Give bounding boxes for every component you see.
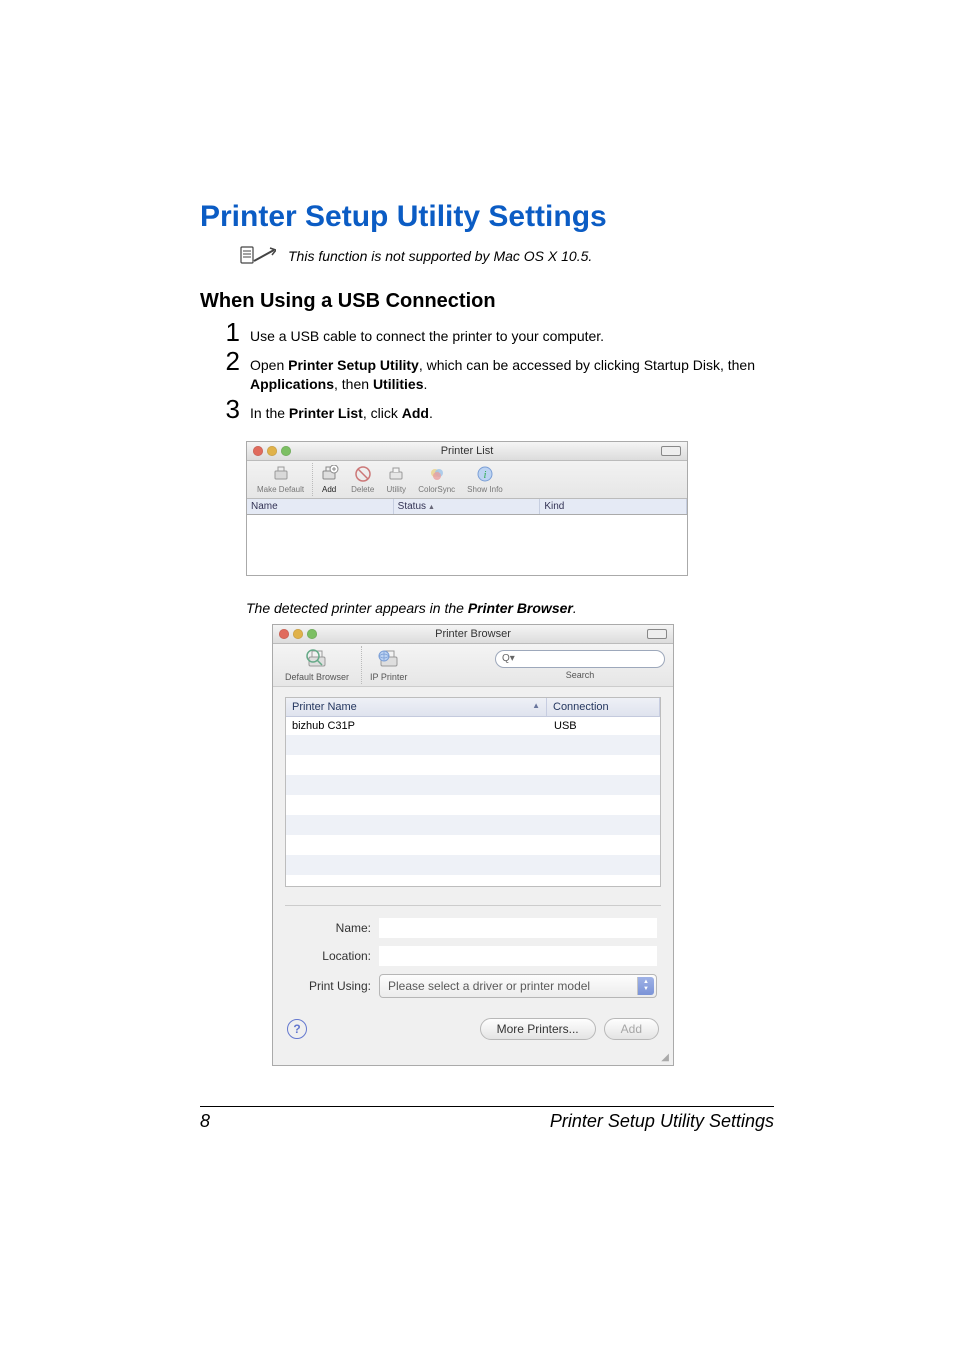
more-printers-button[interactable]: More Printers... bbox=[480, 1018, 596, 1040]
printer-list-window: Printer List Make Default Add Delete bbox=[246, 441, 688, 576]
default-browser-tab[interactable]: Default Browser bbox=[281, 646, 353, 684]
list-item bbox=[286, 795, 660, 815]
zoom-icon[interactable] bbox=[307, 629, 317, 639]
connection-cell: USB bbox=[548, 717, 660, 735]
make-default-button[interactable]: Make Default bbox=[251, 463, 310, 496]
name-label: Name: bbox=[289, 921, 371, 935]
window-titlebar: Printer List bbox=[247, 442, 687, 461]
note-icon bbox=[240, 244, 276, 266]
search-input[interactable]: Q▾ bbox=[495, 650, 665, 668]
close-icon[interactable] bbox=[253, 446, 263, 456]
step-text: In the Printer List, click Add. bbox=[250, 396, 433, 423]
toolbar-toggle-icon[interactable] bbox=[661, 446, 681, 456]
column-header-status[interactable]: Status bbox=[394, 499, 541, 514]
page-number: 8 bbox=[200, 1111, 210, 1132]
section-heading: Printer Setup Utility Settings bbox=[200, 200, 774, 234]
note-text: This function is not supported by Mac OS… bbox=[288, 244, 592, 264]
delete-button[interactable]: Delete bbox=[345, 463, 380, 496]
help-button[interactable]: ? bbox=[287, 1019, 307, 1039]
colorsync-button[interactable]: ColorSync bbox=[412, 463, 461, 496]
location-label: Location: bbox=[289, 949, 371, 963]
select-arrows-icon: ▲▼ bbox=[637, 977, 654, 995]
location-field[interactable] bbox=[379, 946, 657, 966]
list-item bbox=[286, 815, 660, 835]
list-item bbox=[286, 855, 660, 875]
column-header-name[interactable]: Name bbox=[247, 499, 394, 514]
footer-title: Printer Setup Utility Settings bbox=[550, 1111, 774, 1132]
name-field[interactable] bbox=[379, 918, 657, 938]
minimize-icon[interactable] bbox=[293, 629, 303, 639]
step-number: 2 bbox=[222, 348, 240, 374]
resize-handle-icon[interactable]: ◢ bbox=[273, 1052, 673, 1065]
print-using-value: Please select a driver or printer model bbox=[388, 979, 590, 993]
column-header-connection[interactable]: Connection bbox=[547, 698, 660, 716]
minimize-icon[interactable] bbox=[267, 446, 277, 456]
list-item bbox=[286, 775, 660, 795]
zoom-icon[interactable] bbox=[281, 446, 291, 456]
window-title: Printer Browser bbox=[435, 628, 511, 640]
printer-browser-window: Printer Browser Default Browser IP Print… bbox=[272, 624, 674, 1066]
column-header-kind[interactable]: Kind bbox=[540, 499, 687, 514]
step-text: Open Printer Setup Utility, which can be… bbox=[250, 348, 774, 394]
print-using-select[interactable]: Please select a driver or printer model … bbox=[379, 974, 657, 998]
add-button[interactable]: Add bbox=[312, 463, 345, 496]
list-item bbox=[286, 755, 660, 775]
window-titlebar: Printer Browser bbox=[273, 625, 673, 644]
add-button[interactable]: Add bbox=[604, 1018, 659, 1040]
search-icon: Q▾ bbox=[502, 653, 515, 664]
step-number: 3 bbox=[222, 396, 240, 422]
list-item bbox=[286, 735, 660, 755]
toolbar-toggle-icon[interactable] bbox=[647, 629, 667, 639]
printer-list-body bbox=[247, 515, 687, 575]
column-header-printer-name[interactable]: Printer Name bbox=[286, 698, 547, 716]
show-info-button[interactable]: i Show Info bbox=[461, 463, 509, 496]
utility-button[interactable]: Utility bbox=[380, 463, 412, 496]
subsection-heading: When Using a USB Connection bbox=[200, 290, 774, 313]
ip-printer-tab[interactable]: IP Printer bbox=[361, 646, 411, 684]
window-title: Printer List bbox=[441, 445, 494, 457]
list-item bbox=[286, 835, 660, 855]
caption: The detected printer appears in the Prin… bbox=[246, 600, 774, 616]
printer-name-cell: bizhub C31P bbox=[286, 717, 548, 735]
search-label: Search bbox=[566, 670, 595, 680]
svg-text:i: i bbox=[484, 470, 487, 481]
printer-row[interactable]: bizhub C31P USB bbox=[286, 717, 660, 735]
step-text: Use a USB cable to connect the printer t… bbox=[250, 319, 604, 346]
print-using-label: Print Using: bbox=[289, 979, 371, 993]
close-icon[interactable] bbox=[279, 629, 289, 639]
step-number: 1 bbox=[222, 319, 240, 345]
